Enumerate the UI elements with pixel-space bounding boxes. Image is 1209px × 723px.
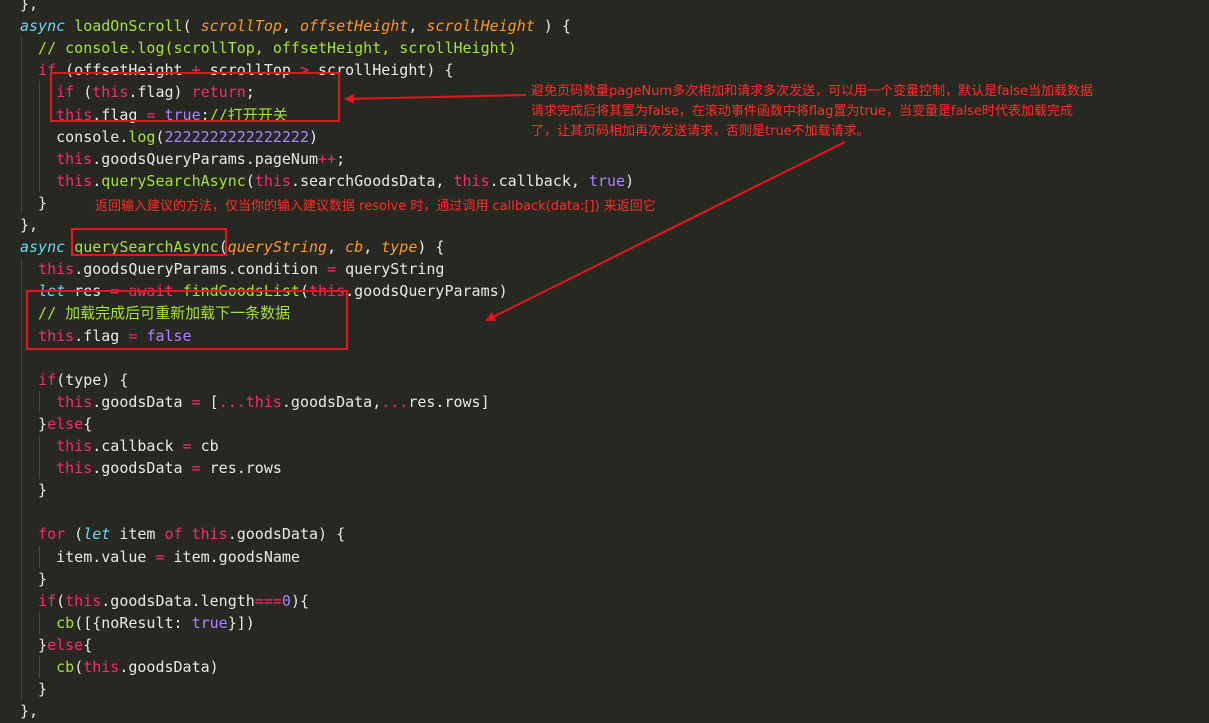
arrow-to-flag-check [344, 93, 527, 104]
arrow-to-flag-reset [485, 141, 846, 321]
annotation-arrows [344, 93, 846, 321]
